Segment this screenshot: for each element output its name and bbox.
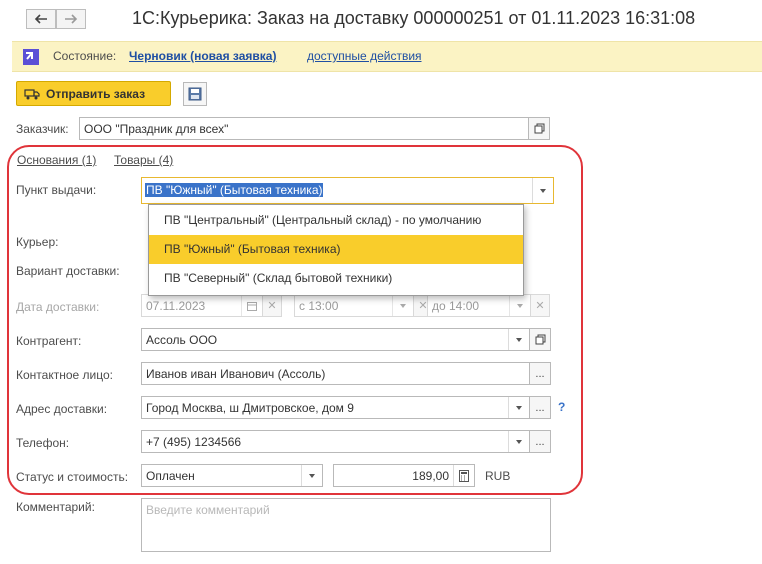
pickup-option-north[interactable]: ПВ "Северный" (Склад бытовой техники) [149,264,523,293]
status-value-link[interactable]: Черновик (новая заявка) [129,49,276,63]
customer-open-button[interactable] [528,117,550,140]
status-label: Состояние: [53,49,117,63]
send-order-label: Отправить заказ [46,87,146,101]
forward-button[interactable] [56,9,86,29]
arrow-left-icon [34,14,47,24]
save-button[interactable] [183,82,207,106]
customer-field[interactable]: ООО "Праздник для всех" [79,117,529,140]
back-button[interactable] [26,9,56,29]
available-actions-link[interactable]: доступные действия [307,49,422,63]
highlight-frame [7,145,583,495]
status-bar: Состояние: Черновик (новая заявка) досту… [12,41,762,72]
pickup-dropdown-list: ПВ "Центральный" (Центральный склад) - п… [148,204,524,296]
pickup-option-central[interactable]: ПВ "Центральный" (Центральный склад) - п… [149,206,523,235]
floppy-disk-icon [188,87,202,101]
comment-label: Комментарий: [16,500,95,514]
open-window-icon [534,123,544,134]
send-truck-icon [24,89,40,100]
window-title: 1С:Курьерика: Заказ на доставку 00000025… [132,8,696,28]
send-order-button[interactable]: Отправить заказ [16,81,171,106]
status-flow-icon [23,49,39,65]
comment-textarea[interactable]: Введите комментарий [141,498,551,552]
arrow-right-icon [65,14,78,24]
customer-label: Заказчик: [16,122,69,136]
pickup-option-south[interactable]: ПВ "Южный" (Бытовая техника) [149,235,523,264]
